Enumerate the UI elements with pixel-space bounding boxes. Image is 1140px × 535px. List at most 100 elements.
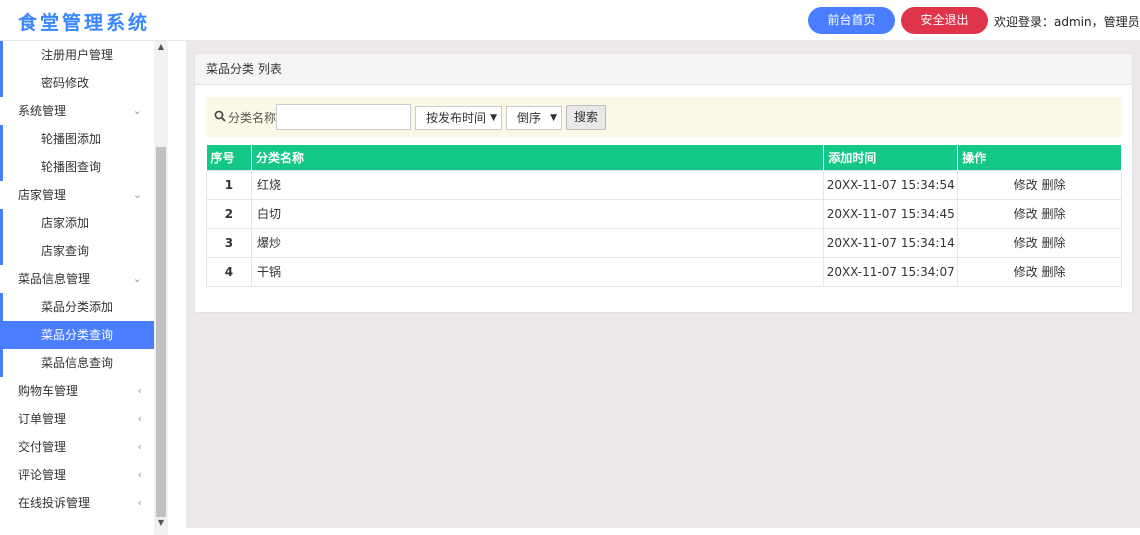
main-content: 菜品分类 列表 分类名称 按发布时间 ▼ 倒序 ▼ 搜索 序号 分类名称 添加时…	[186, 41, 1140, 528]
row-number: 1	[206, 169, 252, 200]
sidebar-item-label: 轮播图查询	[41, 160, 102, 174]
header-name: 分类名称	[251, 145, 825, 170]
chevron-left-icon: ‹	[137, 412, 142, 425]
search-bar: 分类名称 按发布时间 ▼ 倒序 ▼ 搜索	[206, 97, 1122, 137]
sidebar-item-label: 交付管理	[18, 440, 67, 454]
scroll-up-arrow-icon[interactable]: ▲	[154, 41, 168, 53]
row-number: 4	[206, 256, 252, 287]
app-title: 食堂管理系统	[18, 12, 151, 34]
sidebar-item[interactable]: 店家添加	[0, 209, 154, 237]
sidebar-item-label: 菜品分类查询	[41, 328, 114, 342]
sidebar-item-label: 店家管理	[18, 188, 67, 202]
sort-field-select[interactable]: 按发布时间 ▼	[415, 106, 502, 130]
header-actions: 操作	[957, 145, 1122, 170]
panel-title: 菜品分类 列表	[195, 54, 1132, 85]
row-added-time: 20XX-11-07 15:34:14	[823, 227, 959, 258]
sidebar-item-label: 注册用户管理	[41, 48, 114, 62]
sort-field-value: 按发布时间	[426, 111, 487, 125]
row-added-time: 20XX-11-07 15:34:07	[823, 256, 959, 287]
sidebar: 注册用户管理 密码修改 系统管理 ⌄ 轮播图添加 轮播图查询 店家管理 ⌄ 店家添加 店家查询 菜品…	[0, 41, 168, 535]
top-header: 食堂管理系统 前台首页 安全退出 欢迎登录：admin，管理员	[0, 0, 1140, 41]
row-actions: 修改 删除	[957, 198, 1122, 229]
sidebar-item-label: 评论管理	[18, 468, 67, 482]
sidebar-item-label: 轮播图添加	[41, 132, 102, 146]
sidebar-item[interactable]: 注册用户管理	[0, 41, 154, 69]
chevron-left-icon: ‹	[137, 384, 142, 397]
chevron-down-icon: ⌄	[132, 188, 142, 201]
sidebar-item[interactable]: 购物车管理 ‹	[0, 377, 154, 405]
edit-link[interactable]: 修改	[1014, 236, 1038, 250]
table-row: 2 白切 20XX-11-07 15:34:45 修改 删除	[206, 198, 1122, 229]
search-icon	[214, 110, 226, 122]
row-actions: 修改 删除	[957, 256, 1122, 287]
scroll-thumb[interactable]	[156, 147, 166, 517]
row-added-time: 20XX-11-07 15:34:45	[823, 198, 959, 229]
sidebar-item-label: 菜品分类添加	[41, 300, 114, 314]
sidebar-item-label: 在线投诉管理	[18, 496, 91, 510]
sidebar-item-label: 菜品信息管理	[18, 272, 91, 286]
chevron-left-icon: ‹	[137, 440, 142, 453]
table-row: 4 干锅 20XX-11-07 15:34:07 修改 删除	[206, 256, 1122, 287]
edit-link[interactable]: 修改	[1014, 265, 1038, 279]
delete-link[interactable]: 删除	[1041, 236, 1065, 250]
sidebar-item-label: 密码修改	[41, 76, 90, 90]
search-label: 分类名称	[228, 111, 277, 125]
chevron-left-icon: ‹	[137, 496, 142, 509]
chevron-left-icon: ‹	[137, 468, 142, 481]
row-category-name: 爆炒	[250, 227, 825, 258]
sidebar-item-label: 系统管理	[18, 104, 67, 118]
sidebar-item[interactable]: 菜品信息管理 ⌄	[0, 265, 154, 293]
table-row: 3 爆炒 20XX-11-07 15:34:14 修改 删除	[206, 227, 1122, 258]
table-row: 1 红烧 20XX-11-07 15:34:54 修改 删除	[206, 169, 1122, 200]
sidebar-item[interactable]: 系统管理 ⌄	[0, 97, 154, 125]
row-category-name: 白切	[250, 198, 825, 229]
header-time: 添加时间	[823, 145, 959, 170]
sidebar-item-label: 购物车管理	[18, 384, 79, 398]
sidebar-item[interactable]: 菜品分类查询	[0, 321, 154, 349]
header-no: 序号	[206, 145, 252, 170]
sidebar-item[interactable]: 店家查询	[0, 237, 154, 265]
category-name-input[interactable]	[276, 104, 411, 130]
sidebar-item[interactable]: 交付管理 ‹	[0, 433, 154, 461]
delete-link[interactable]: 删除	[1041, 265, 1065, 279]
sidebar-menu: 注册用户管理 密码修改 系统管理 ⌄ 轮播图添加 轮播图查询 店家管理 ⌄ 店家添加 店家查询 菜品…	[0, 41, 154, 517]
sidebar-item[interactable]: 菜品信息查询	[0, 349, 154, 377]
edit-link[interactable]: 修改	[1014, 178, 1038, 192]
edit-link[interactable]: 修改	[1014, 207, 1038, 221]
chevron-down-icon: ▼	[550, 113, 557, 123]
sidebar-item-label: 菜品信息查询	[41, 356, 114, 370]
sort-order-select[interactable]: 倒序 ▼	[506, 106, 562, 130]
sidebar-item[interactable]: 轮播图添加	[0, 125, 154, 153]
row-category-name: 红烧	[250, 169, 825, 200]
sidebar-item[interactable]: 菜品分类添加	[0, 293, 154, 321]
sidebar-item-label: 店家添加	[41, 216, 90, 230]
sort-order-value: 倒序	[517, 111, 542, 125]
front-home-button[interactable]: 前台首页	[808, 7, 895, 34]
row-number: 3	[206, 227, 252, 258]
delete-link[interactable]: 删除	[1041, 207, 1065, 221]
row-category-name: 干锅	[250, 256, 825, 287]
sidebar-item[interactable]: 店家管理 ⌄	[0, 181, 154, 209]
sidebar-item[interactable]: 在线投诉管理 ‹	[0, 489, 154, 517]
row-actions: 修改 删除	[957, 227, 1122, 258]
delete-link[interactable]: 删除	[1041, 178, 1065, 192]
chevron-down-icon: ▼	[490, 113, 497, 123]
row-number: 2	[206, 198, 252, 229]
category-list-panel: 菜品分类 列表 分类名称 按发布时间 ▼ 倒序 ▼ 搜索 序号 分类名称 添加时…	[194, 53, 1133, 313]
table-header-row: 序号 分类名称 添加时间 操作	[206, 145, 1122, 170]
scroll-down-arrow-icon[interactable]: ▼	[154, 517, 168, 529]
sidebar-item[interactable]: 轮播图查询	[0, 153, 154, 181]
sidebar-item[interactable]: 密码修改	[0, 69, 154, 97]
logout-button[interactable]: 安全退出	[901, 7, 988, 34]
sidebar-item-label: 店家查询	[41, 244, 90, 258]
sidebar-scrollbar[interactable]: ▲ ▼	[154, 41, 168, 535]
chevron-down-icon: ⌄	[132, 272, 142, 285]
search-button[interactable]: 搜索	[566, 105, 606, 130]
sidebar-item[interactable]: 评论管理 ‹	[0, 461, 154, 489]
row-actions: 修改 删除	[957, 169, 1122, 200]
sidebar-item[interactable]: 订单管理 ‹	[0, 405, 154, 433]
category-table: 序号 分类名称 添加时间 操作 1 红烧 20XX-11-07 15:34:54 修改…	[206, 145, 1122, 287]
welcome-text: 欢迎登录：admin，管理员	[994, 15, 1140, 29]
sidebar-item-label: 订单管理	[18, 412, 67, 426]
row-added-time: 20XX-11-07 15:34:54	[823, 169, 959, 200]
